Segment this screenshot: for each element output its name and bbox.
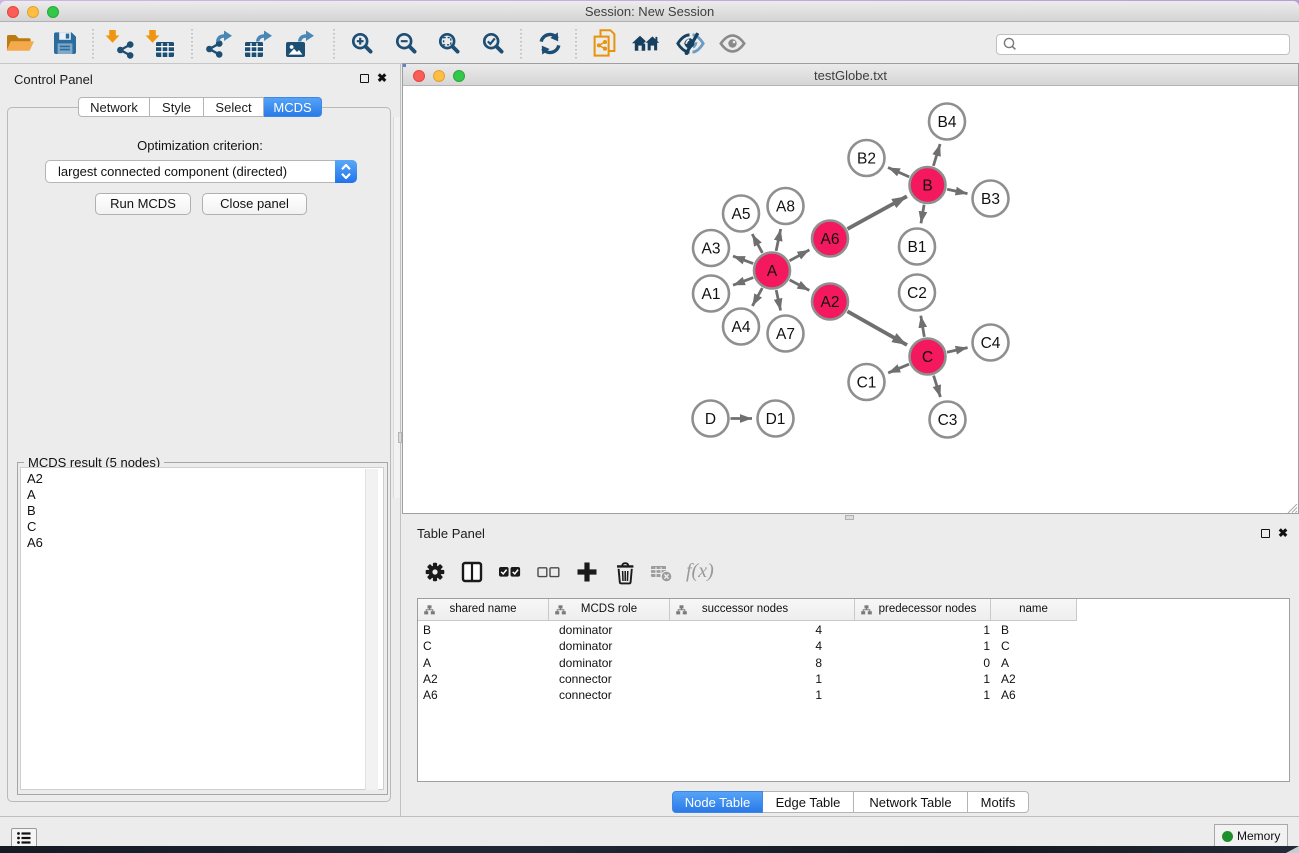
svg-text:A: A <box>767 263 778 280</box>
svg-text:B4: B4 <box>938 114 957 131</box>
svg-text:B: B <box>922 178 932 195</box>
svg-text:C2: C2 <box>907 285 927 302</box>
svg-text:A3: A3 <box>702 241 721 258</box>
svg-text:C1: C1 <box>857 375 877 392</box>
svg-text:D1: D1 <box>766 411 786 428</box>
svg-text:C4: C4 <box>981 335 1001 352</box>
svg-text:A8: A8 <box>776 199 795 216</box>
svg-text:B1: B1 <box>908 239 927 256</box>
svg-text:A7: A7 <box>776 326 795 343</box>
svg-text:A6: A6 <box>821 231 840 248</box>
svg-text:A4: A4 <box>732 319 751 336</box>
svg-text:D: D <box>705 411 716 428</box>
svg-text:A5: A5 <box>732 206 751 223</box>
svg-text:C3: C3 <box>938 412 958 429</box>
svg-text:B3: B3 <box>981 191 1000 208</box>
svg-text:B2: B2 <box>857 151 876 168</box>
svg-text:C: C <box>922 349 933 366</box>
svg-text:A1: A1 <box>702 286 721 303</box>
svg-text:A2: A2 <box>821 294 840 311</box>
